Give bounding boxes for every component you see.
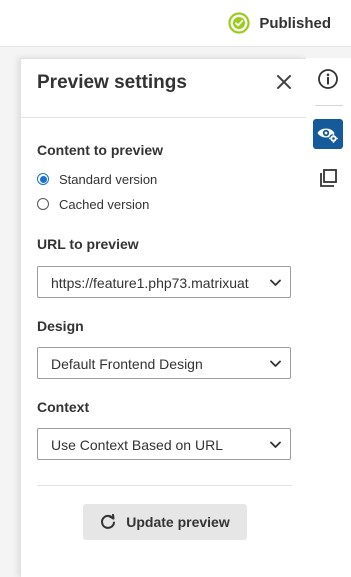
radio-button-checked[interactable] <box>37 173 49 185</box>
radio-label: Cached version <box>59 196 150 212</box>
cached-version-radio[interactable]: Cached version <box>37 195 149 213</box>
info-icon <box>318 69 338 89</box>
preview-settings-button[interactable] <box>313 119 343 149</box>
content-to-preview-label: Content to preview <box>37 142 164 158</box>
design-label: Design <box>37 318 84 334</box>
radio-label: Standard version <box>59 171 158 187</box>
divider <box>37 485 292 486</box>
rail-divider <box>315 105 343 106</box>
url-select-value: https://feature1.php73.matrixuat <box>51 275 249 291</box>
chevron-down-icon <box>270 360 281 368</box>
status-text: Published <box>259 14 331 32</box>
design-select-value: Default Frontend Design <box>51 356 203 372</box>
top-bar: Published <box>0 0 351 47</box>
update-preview-button[interactable]: Update preview <box>83 504 247 540</box>
context-select-value: Use Context Based on URL <box>51 437 223 453</box>
radio-button[interactable] <box>37 198 49 210</box>
url-select[interactable]: https://feature1.php73.matrixuat <box>37 266 291 298</box>
copy-button[interactable] <box>313 163 343 193</box>
publish-status: Published <box>228 11 331 35</box>
standard-version-radio[interactable]: Standard version <box>37 170 157 188</box>
close-icon <box>277 75 291 89</box>
check-circle-icon <box>228 12 250 34</box>
copy-icon <box>320 169 337 187</box>
panel-header: Preview settings <box>21 59 306 118</box>
chevron-down-icon <box>270 441 281 449</box>
right-rail <box>306 58 351 577</box>
design-select[interactable]: Default Frontend Design <box>37 347 291 379</box>
preview-settings-icon <box>317 128 339 144</box>
refresh-icon <box>101 514 116 529</box>
update-preview-label: Update preview <box>126 514 230 530</box>
panel-title: Preview settings <box>37 72 187 93</box>
chevron-down-icon <box>270 279 281 287</box>
context-select[interactable]: Use Context Based on URL <box>37 428 291 460</box>
context-label: Context <box>37 399 90 415</box>
preview-settings-panel: Preview settings Content to preview Stan… <box>20 58 306 577</box>
url-to-preview-label: URL to preview <box>37 236 139 252</box>
close-button[interactable] <box>275 73 293 91</box>
info-button[interactable] <box>313 64 343 94</box>
